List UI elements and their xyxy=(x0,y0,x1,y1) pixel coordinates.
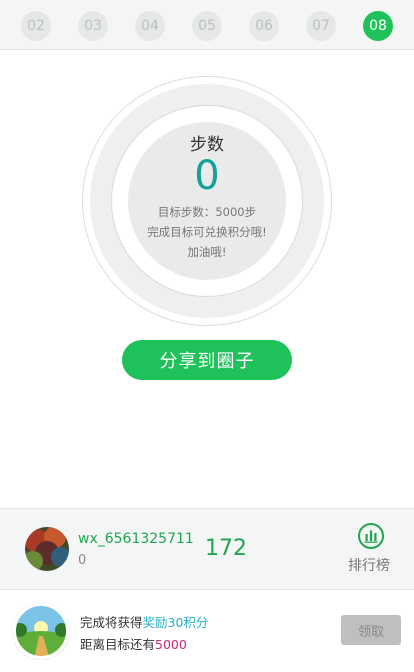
user-summary-bar: wx_6561325711 0 172 排行榜 xyxy=(0,508,414,590)
remaining-text: 距离目标还有5000 xyxy=(80,634,187,653)
day-item-08-selected[interactable]: 08 xyxy=(363,11,393,41)
claim-button[interactable]: 领取 xyxy=(341,615,401,645)
reward-prefix: 完成将获得 xyxy=(80,615,143,630)
reward-landscape-image xyxy=(12,602,70,660)
user-sub-value: 0 xyxy=(78,553,87,568)
day-item-07[interactable]: 07 xyxy=(306,11,336,41)
date-strip: 02 03 04 05 06 07 08 xyxy=(0,0,414,50)
user-steps-value: 172 xyxy=(205,536,247,561)
day-item-04[interactable]: 04 xyxy=(135,11,165,41)
steps-cheer-text: 加油哦! xyxy=(187,245,227,259)
reward-points: 奖励30积分 xyxy=(142,615,209,630)
username: wx_6561325711 xyxy=(78,531,194,547)
bar-chart-icon[interactable] xyxy=(358,523,384,549)
reward-text: 完成将获得奖励30积分 xyxy=(80,612,208,631)
share-to-circle-button[interactable]: 分享到圈子 xyxy=(122,340,292,380)
day-item-05[interactable]: 05 xyxy=(192,11,222,41)
ranking-button[interactable]: 排行榜 xyxy=(348,555,390,575)
day-item-06[interactable]: 06 xyxy=(249,11,279,41)
steps-goal-text: 目标步数：5000步 xyxy=(157,205,257,219)
steps-count: 0 xyxy=(194,153,220,199)
day-item-02[interactable]: 02 xyxy=(21,11,51,41)
day-item-03[interactable]: 03 xyxy=(78,11,108,41)
avatar[interactable] xyxy=(25,527,69,571)
remaining-prefix: 距离目标还有 xyxy=(80,637,156,652)
remaining-steps: 5000 xyxy=(155,637,187,652)
steps-hint-text: 完成目标可兑换积分哦! xyxy=(147,225,267,239)
